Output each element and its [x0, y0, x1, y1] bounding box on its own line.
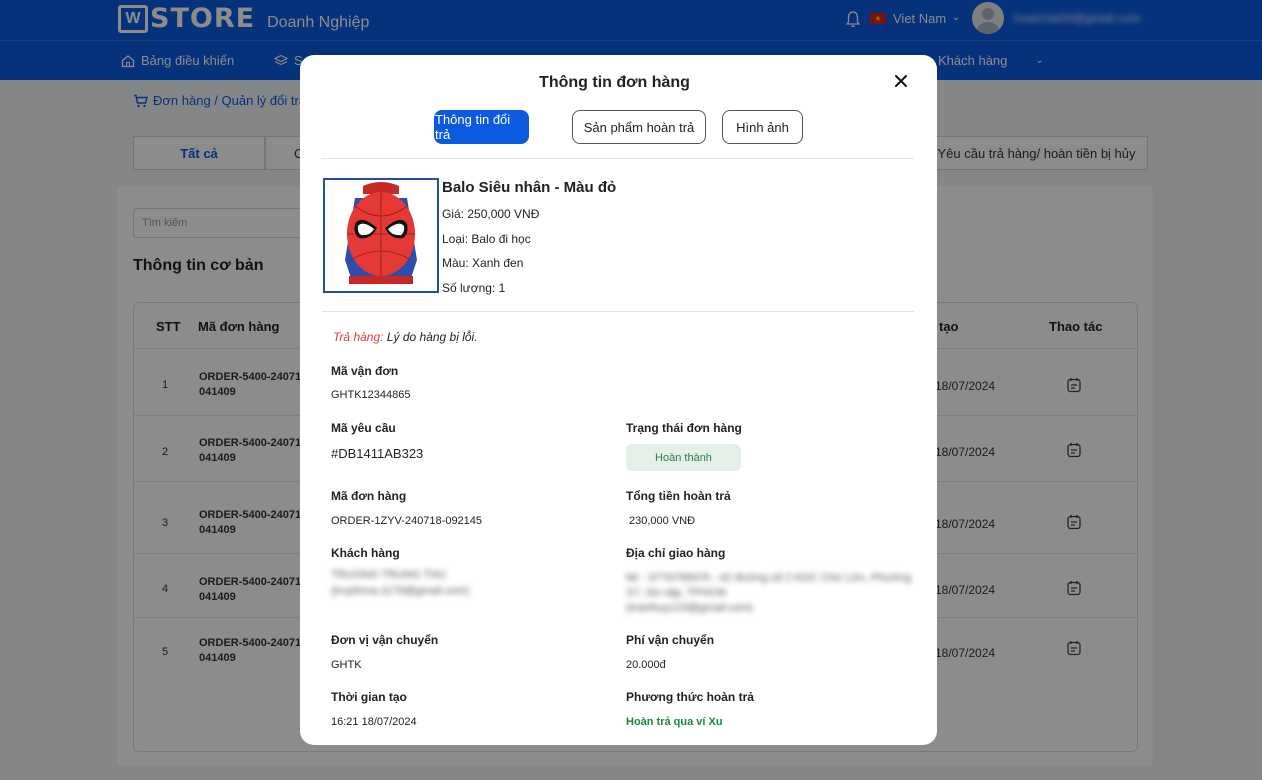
- tab-images[interactable]: Hình ảnh: [722, 110, 803, 144]
- carrier-label: Đơn vị vận chuyển: [331, 633, 439, 647]
- modal-title: Thông tin đơn hàng: [539, 74, 690, 91]
- address-line: (tranthuy123@gmail.com): [626, 602, 753, 614]
- refund-total-label: Tổng tiền hoàn trả: [626, 489, 731, 503]
- return-method-label: Phương thức hoàn trả: [626, 690, 754, 704]
- tracking-value: GHTK12344865: [331, 389, 411, 401]
- refund-total-value: 230,000 VNĐ: [629, 515, 696, 527]
- tab-returned-products[interactable]: Sản phẩm hoàn trả: [572, 110, 706, 144]
- return-reason: Trả hàng: Lý do hàng bị lỗi.: [333, 330, 478, 344]
- product-name: Balo Siêu nhân - Màu đỏ: [442, 179, 617, 196]
- address-line: X7, Gò vấp, TPHCM: [626, 587, 727, 599]
- address-label: Địa chỉ giao hàng: [626, 546, 726, 560]
- order-code-value: ORDER-1ZYV-240718-092145: [331, 515, 483, 527]
- product-color: Màu: Xanh đen: [442, 256, 524, 270]
- customer-email: (truythma.1179@gmail.com): [331, 585, 470, 597]
- divider: [322, 311, 914, 312]
- status-label: Trạng thái đơn hàng: [626, 421, 742, 435]
- tab-return-info[interactable]: Thông tin đổi trả: [434, 110, 529, 144]
- return-method-value: Hoàn trả qua ví Xu: [626, 716, 723, 728]
- request-label: Mã yêu cầu: [331, 421, 396, 435]
- created-time-label: Thời gian tạo: [331, 690, 407, 704]
- customer-label: Khách hàng: [331, 546, 400, 560]
- close-icon[interactable]: [892, 72, 910, 90]
- address-line: Mr - 0776758976 - 42 đường số 2 KDC Chợ …: [626, 572, 912, 584]
- divider: [322, 158, 914, 159]
- order-code-label: Mã đơn hàng: [331, 489, 407, 503]
- product-price: Giá: 250,000 VNĐ: [442, 207, 540, 221]
- created-time-value: 16:21 18/07/2024: [331, 716, 417, 728]
- carrier-value: GHTK: [331, 659, 362, 671]
- product-quantity: Số lượng: 1: [442, 281, 506, 295]
- request-value: #DB1411AB323: [331, 446, 424, 461]
- tracking-label: Mã vận đơn: [331, 364, 399, 378]
- customer-name: TRUONG TRUNG THU: [331, 569, 447, 581]
- shipping-fee-value: 20.000đ: [626, 659, 666, 671]
- product-type: Loại: Balo đi học: [442, 232, 531, 246]
- order-info-modal: Thông tin đơn hàng Thông tin đổi trả Sản…: [300, 55, 937, 745]
- shipping-fee-label: Phí vận chuyển: [626, 633, 715, 647]
- status-badge: Hoàn thành: [626, 444, 741, 471]
- product-image: [323, 178, 439, 293]
